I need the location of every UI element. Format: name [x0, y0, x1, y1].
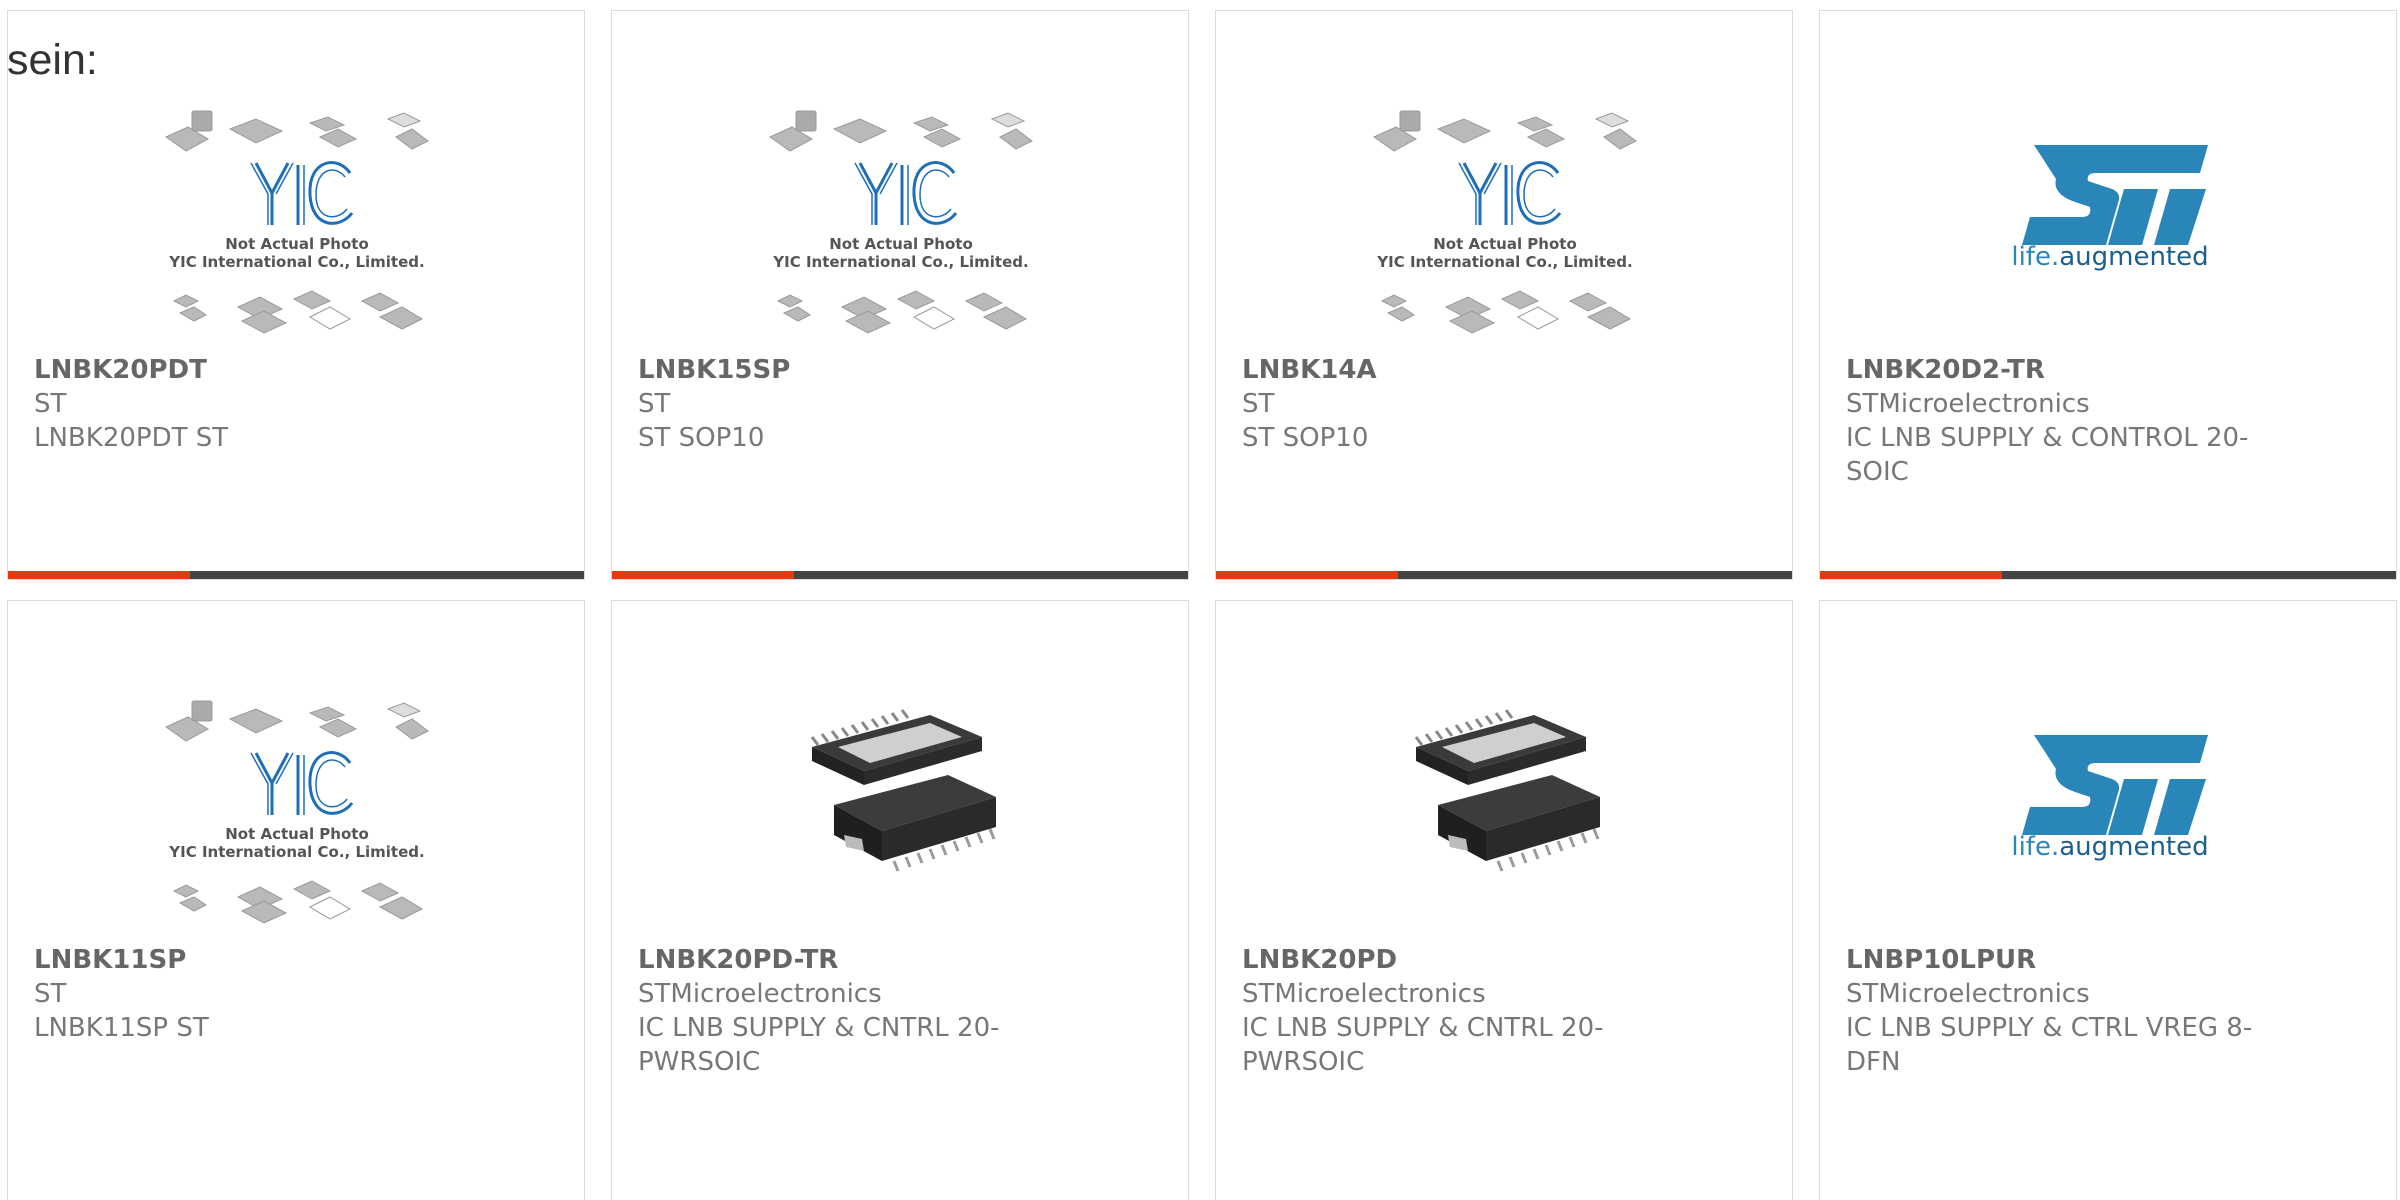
product-info: LNBP10LPUR STMicroelectronics IC LNB SUPPL…	[1846, 943, 2266, 1079]
svg-text:life.augmented: life.augmented	[2011, 242, 2208, 272]
card-accent-segment	[8, 571, 190, 579]
product-image-placeholder: Not Actual Photo YIC International Co., …	[164, 700, 429, 924]
intro-text: sein:	[7, 36, 98, 84]
product-image-placeholder: Not Actual Photo YIC International Co., …	[164, 110, 429, 334]
product-card[interactable]: Not Actual Photo YIC International Co., …	[611, 10, 1189, 580]
product-description: IC LNB SUPPLY & CTRL VREG 8-DFN	[1846, 1013, 2253, 1077]
product-name[interactable]: LNBK20PD-TR	[638, 943, 1058, 977]
product-description: IC LNB SUPPLY & CNTRL 20-PWRSOIC	[638, 1013, 1000, 1077]
product-name[interactable]: LNBK20PD	[1242, 943, 1662, 977]
product-info: LNBK11SP ST LNBK11SP ST	[34, 943, 454, 1045]
placeholder-line2: YIC International Co., Limited.	[168, 253, 424, 271]
ic-chip-photo-icon	[1414, 709, 1600, 872]
product-manufacturer: ST	[34, 979, 67, 1009]
svg-text:life.augmented: life.augmented	[2011, 832, 2208, 862]
product-manufacturer: ST	[638, 389, 671, 419]
product-card[interactable]: LNBK20PD STMicroelectronics IC LNB SUPPLY …	[1215, 600, 1793, 1200]
product-info: LNBK14A ST ST SOP10	[1242, 353, 1662, 455]
placeholder-line2: YIC International Co., Limited.	[168, 843, 424, 861]
placeholder-line2: YIC International Co., Limited.	[1376, 253, 1632, 271]
product-manufacturer: STMicroelectronics	[1846, 979, 2090, 1009]
st-tagline-augmented: augmented	[2059, 242, 2208, 272]
st-tagline-life: life.	[2011, 832, 2059, 862]
product-description: ST SOP10	[1242, 423, 1369, 453]
product-manufacturer: STMicroelectronics	[1242, 979, 1486, 1009]
product-card[interactable]: life.augmented LNBP10LPUR STMicroelectron…	[1819, 600, 2397, 1200]
placeholder-line1: Not Actual Photo	[1433, 235, 1577, 253]
card-accent-segment	[1820, 571, 2002, 579]
product-manufacturer: STMicroelectronics	[638, 979, 882, 1009]
product-image[interactable]: Not Actual Photo YIC International Co., …	[8, 95, 584, 345]
product-info: LNBK20PD-TR STMicroelectronics IC LNB SUPP…	[638, 943, 1058, 1079]
product-manufacturer: ST	[1242, 389, 1275, 419]
product-image[interactable]: life.augmented	[1820, 685, 2396, 935]
product-description: IC LNB SUPPLY & CONTROL 20-SOIC	[1846, 423, 2249, 487]
product-image[interactable]: Not Actual Photo YIC International Co., …	[1216, 95, 1792, 345]
product-card[interactable]: life.augmented LNBK20D2-TR STMicroelectro…	[1819, 10, 2397, 580]
product-manufacturer: STMicroelectronics	[1846, 389, 2090, 419]
product-image[interactable]	[1216, 685, 1792, 935]
st-tagline-life: life.	[2011, 242, 2059, 272]
product-card[interactable]: LNBK20PD-TR STMicroelectronics IC LNB SUPP…	[611, 600, 1189, 1200]
product-image[interactable]: Not Actual Photo YIC International Co., …	[612, 95, 1188, 345]
product-description: LNBK11SP ST	[34, 1013, 209, 1043]
product-image-placeholder: Not Actual Photo YIC International Co., …	[1372, 110, 1637, 334]
product-info: LNBK20PDT ST LNBK20PDT ST	[34, 353, 454, 455]
product-name[interactable]: LNBK20D2-TR	[1846, 353, 2266, 387]
product-card[interactable]: Not Actual Photo YIC International Co., …	[7, 600, 585, 1200]
card-accent-segment	[1216, 571, 1398, 579]
product-description: ST SOP10	[638, 423, 765, 453]
product-image[interactable]: Not Actual Photo YIC International Co., …	[8, 685, 584, 935]
ic-chip-photo-icon	[810, 709, 996, 872]
card-accent-bar	[1820, 571, 2396, 579]
product-image-placeholder: Not Actual Photo YIC International Co., …	[768, 110, 1033, 334]
product-card[interactable]: Not Actual Photo YIC International Co., …	[1215, 10, 1793, 580]
product-name[interactable]: LNBP10LPUR	[1846, 943, 2266, 977]
product-info: LNBK20D2-TR STMicroelectronics IC LNB SUPP…	[1846, 353, 2266, 489]
st-logo-icon: life.augmented	[2011, 145, 2209, 272]
card-accent-segment	[612, 571, 794, 579]
st-logo-icon: life.augmented	[2011, 735, 2209, 862]
product-description: LNBK20PDT ST	[34, 423, 229, 453]
product-image[interactable]	[612, 685, 1188, 935]
product-image[interactable]: life.augmented	[1820, 95, 2396, 345]
product-card[interactable]: Not Actual Photo YIC International Co., …	[7, 10, 585, 580]
product-name[interactable]: LNBK15SP	[638, 353, 1058, 387]
product-name[interactable]: LNBK11SP	[34, 943, 454, 977]
product-info: LNBK15SP ST ST SOP10	[638, 353, 1058, 455]
card-accent-bar	[8, 571, 584, 579]
product-description: IC LNB SUPPLY & CNTRL 20-PWRSOIC	[1242, 1013, 1604, 1077]
product-name[interactable]: LNBK14A	[1242, 353, 1662, 387]
placeholder-line2: YIC International Co., Limited.	[772, 253, 1028, 271]
card-accent-bar	[1216, 571, 1792, 579]
st-tagline-augmented: augmented	[2059, 832, 2208, 862]
placeholder-line1: Not Actual Photo	[829, 235, 973, 253]
product-info: LNBK20PD STMicroelectronics IC LNB SUPPLY …	[1242, 943, 1662, 1079]
product-manufacturer: ST	[34, 389, 67, 419]
product-name[interactable]: LNBK20PDT	[34, 353, 454, 387]
placeholder-line1: Not Actual Photo	[225, 235, 369, 253]
card-accent-bar	[612, 571, 1188, 579]
placeholder-line1: Not Actual Photo	[225, 825, 369, 843]
